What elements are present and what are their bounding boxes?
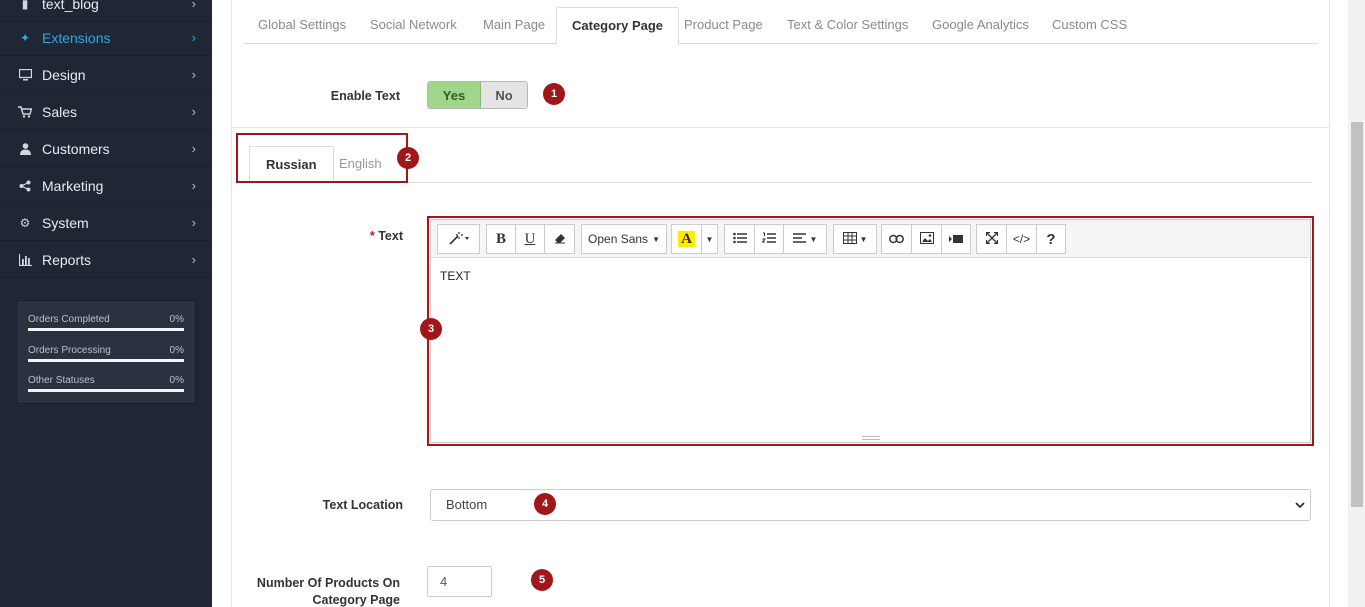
enable-text-label: Enable Text — [330, 89, 400, 103]
chevron-right-icon: › — [191, 178, 196, 193]
share-icon — [17, 179, 33, 193]
chevron-right-icon: › — [191, 252, 196, 267]
step-badge-2: 2 — [397, 147, 419, 169]
chevron-right-icon: › — [191, 0, 196, 11]
bar-chart-icon — [17, 253, 33, 267]
sidebar-item-extensions[interactable]: ✦ Extensions › — [0, 20, 212, 56]
chevron-right-icon: › — [191, 30, 196, 45]
monitor-icon — [17, 68, 33, 82]
sidebar-item-label: Sales — [42, 103, 78, 120]
sidebar: ▮ text_blog › ✦ Extensions › Design › Sa… — [0, 0, 212, 607]
stat-orders-processing: Orders Processing 0% — [28, 342, 184, 373]
scrollbar-thumb[interactable] — [1351, 122, 1363, 507]
tab-product-page[interactable]: Product Page — [669, 7, 778, 44]
stat-value: 0% — [169, 314, 184, 325]
cog-icon: ⚙ — [19, 215, 31, 230]
user-icon — [17, 142, 33, 156]
tab-global-settings[interactable]: Global Settings — [243, 7, 361, 44]
tab-main-page[interactable]: Main Page — [468, 7, 560, 44]
stat-label: Orders Processing — [28, 344, 111, 356]
stat-orders-completed: Orders Completed 0% — [28, 311, 184, 342]
chevron-right-icon: › — [191, 141, 196, 156]
stat-other-statuses: Other Statuses 0% — [28, 372, 184, 403]
sidebar-item-label: Reports — [42, 251, 92, 268]
sidebar-item-marketing[interactable]: Marketing › — [0, 168, 212, 204]
label-line: Number Of Products On — [256, 576, 400, 590]
sidebar-item-label: System — [42, 214, 89, 231]
stat-label: Orders Completed — [28, 314, 110, 325]
settings-tabs: Global Settings Social Network Main Page… — [243, 7, 1318, 45]
sidebar-item-label: Marketing — [42, 177, 104, 194]
text-location-select[interactable]: Bottom — [430, 489, 1311, 521]
highlight-box-editor — [427, 216, 1314, 446]
required-mark: * — [369, 229, 375, 243]
text-label: Text — [378, 229, 403, 243]
tab-category-page[interactable]: Category Page — [556, 7, 680, 45]
sidebar-item-label: Extensions — [42, 29, 111, 46]
sidebar-item-label: text_blog — [42, 0, 99, 12]
tab-custom-css[interactable]: Custom CSS — [1037, 7, 1142, 44]
step-badge-1: 1 — [543, 83, 565, 105]
divider — [231, 127, 1330, 128]
progress-bar — [28, 328, 184, 331]
chevron-right-icon: › — [191, 104, 196, 119]
sidebar-item-label: Design — [42, 66, 86, 83]
no-button[interactable]: No — [481, 82, 527, 108]
tab-google-analytics[interactable]: Google Analytics — [917, 7, 1044, 44]
progress-bar — [28, 389, 184, 392]
tab-social-network[interactable]: Social Network — [355, 7, 472, 44]
step-badge-4: 4 — [534, 493, 556, 515]
chevron-right-icon: › — [191, 67, 196, 82]
stat-value: 0% — [169, 375, 184, 386]
blog-icon: ▮ — [21, 0, 29, 11]
sidebar-item-customers[interactable]: Customers › — [0, 131, 212, 167]
products-count-label: Number Of Products On Category Page — [230, 575, 400, 607]
step-badge-5: 5 — [531, 569, 553, 591]
text-location-label: Text Location — [322, 498, 403, 512]
step-badge-3: 3 — [420, 318, 442, 340]
order-stats-panel: Orders Completed 0% Orders Processing 0%… — [18, 302, 194, 402]
enable-text-toggle: Yes No — [427, 81, 528, 109]
stat-value: 0% — [169, 344, 184, 356]
sidebar-item-reports[interactable]: Reports › — [0, 242, 212, 278]
sidebar-item-label: Customers — [42, 140, 110, 157]
stat-label: Other Statuses — [28, 375, 95, 386]
selected-value: Bottom — [446, 497, 488, 512]
progress-bar — [28, 358, 184, 362]
text-field-label: * Text — [330, 229, 403, 243]
yes-button[interactable]: Yes — [428, 82, 481, 108]
sidebar-item-sales[interactable]: Sales › — [0, 94, 212, 130]
chevron-down-icon — [1295, 490, 1305, 531]
label-line: Category Page — [312, 593, 400, 607]
tab-text-color-settings[interactable]: Text & Color Settings — [772, 7, 923, 44]
chevron-right-icon: › — [191, 215, 196, 230]
products-count-input[interactable]: 4 — [427, 566, 492, 597]
puzzle-icon: ✦ — [19, 30, 31, 45]
sidebar-item-design[interactable]: Design › — [0, 57, 212, 93]
sidebar-item-text-blog[interactable]: ▮ text_blog › — [0, 0, 212, 22]
highlight-box-language-tabs — [236, 133, 408, 183]
cart-icon — [17, 105, 33, 119]
sidebar-item-system[interactable]: ⚙ System › — [0, 205, 212, 241]
